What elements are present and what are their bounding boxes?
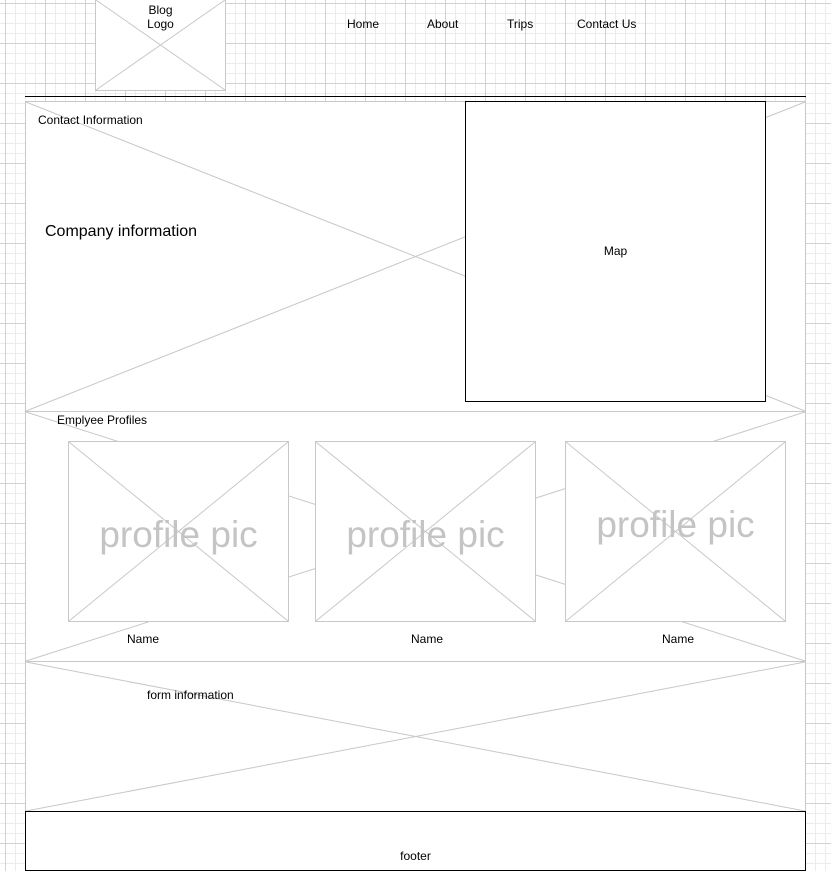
company-info-text: Company information xyxy=(45,223,198,240)
header-divider xyxy=(25,96,806,97)
profile-pic-placeholder[interactable]: profile pic xyxy=(565,441,786,622)
map-label: Map xyxy=(603,244,628,258)
employee-profiles-heading: Emplyee Profiles xyxy=(57,413,148,427)
profile-pic-label: profile pic xyxy=(99,514,258,555)
footer: footer xyxy=(25,811,806,871)
footer-label: footer xyxy=(400,849,431,863)
map-placeholder[interactable]: Map xyxy=(465,101,766,402)
profile-pic-placeholder[interactable]: profile pic xyxy=(315,441,536,622)
profile-pic-placeholder[interactable]: profile pic xyxy=(68,441,289,622)
profile-name: Name xyxy=(661,632,694,646)
logo-placeholder[interactable]: Blog Logo xyxy=(95,0,226,91)
logo-text-line1: Blog xyxy=(148,3,173,17)
profile-pic-label: profile pic xyxy=(596,504,755,545)
contact-info-heading: Contact Information xyxy=(38,113,143,127)
profile-name: Name xyxy=(126,632,159,646)
nav-about-link[interactable]: About xyxy=(427,17,458,31)
logo-text-line2: Logo xyxy=(147,17,174,31)
nav-home-link[interactable]: Home xyxy=(347,17,379,31)
profile-name: Name xyxy=(410,632,443,646)
profile-pic-label: profile pic xyxy=(346,514,505,555)
nav-trips-link[interactable]: Trips xyxy=(507,17,533,31)
form-info-heading: form information xyxy=(147,688,234,702)
nav-contact-us-link[interactable]: Contact Us xyxy=(577,17,636,31)
logo-text: Blog Logo xyxy=(96,3,225,31)
form-info-section[interactable]: form information xyxy=(25,661,806,812)
form-info-cross xyxy=(26,662,805,811)
